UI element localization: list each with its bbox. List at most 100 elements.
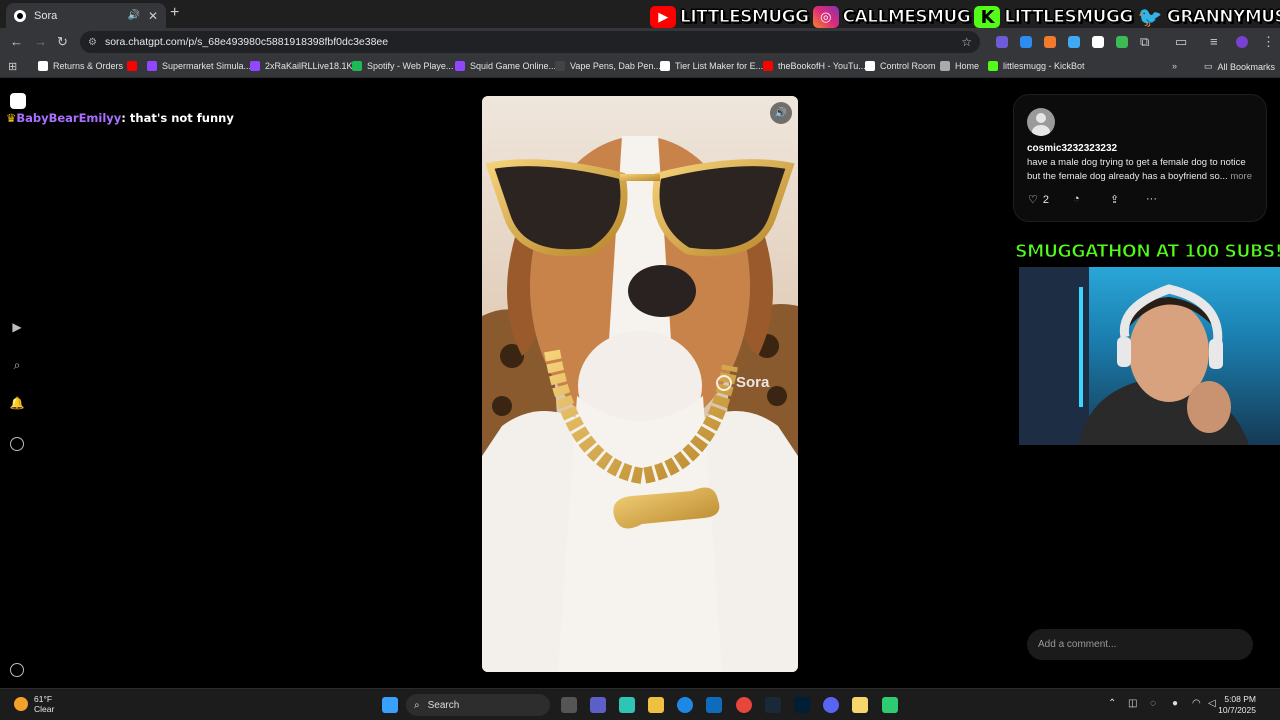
- extension-icon[interactable]: [1092, 36, 1104, 48]
- bookmark-label: Home: [955, 61, 980, 71]
- video-play-icon[interactable]: ▶: [10, 320, 24, 334]
- remix-button[interactable]: ◔: [1073, 193, 1080, 205]
- bookmark-item[interactable]: Control Room: [865, 61, 936, 71]
- search-icon[interactable]: ⌕: [10, 358, 24, 372]
- post-caption: have a male dog trying to get a female d…: [1027, 156, 1259, 184]
- task-view-icon[interactable]: [561, 697, 577, 713]
- like-button[interactable]: ♡ 2: [1028, 193, 1049, 207]
- bookmark-item[interactable]: [127, 61, 142, 71]
- new-tab-button[interactable]: +: [170, 4, 179, 22]
- app-icon[interactable]: [852, 697, 868, 713]
- youtube-handle: LITTLESMUGG: [680, 7, 810, 28]
- chat-logo-icon: [10, 93, 26, 109]
- file-explorer-icon[interactable]: [648, 697, 664, 713]
- bookmark-label: littlesmugg - KickBot: [1003, 61, 1085, 71]
- copilot-icon[interactable]: [619, 697, 635, 713]
- bell-icon[interactable]: 🔔: [10, 396, 25, 410]
- remix-icon: ◔: [1073, 193, 1080, 205]
- comment-input[interactable]: Add a comment...: [1027, 629, 1253, 660]
- bookmark-label: Tier List Maker for E...: [675, 61, 764, 71]
- bookmark-item[interactable]: littlesmugg - KickBot: [988, 61, 1085, 71]
- caption-text: have a male dog trying to get a female d…: [1027, 157, 1246, 182]
- chat-username: BabyBearEmilyy: [16, 111, 122, 125]
- bookmark-item[interactable]: Tier List Maker for E...: [660, 61, 763, 71]
- speaker-icon[interactable]: 🔊: [127, 10, 139, 21]
- tray-app-icon[interactable]: ◌: [1150, 698, 1156, 709]
- kick-handle: LITTLESMUGG: [1004, 7, 1134, 28]
- heart-icon: ♡: [1028, 194, 1038, 206]
- bookmark-item[interactable]: Supermarket Simula...: [147, 61, 251, 71]
- all-bookmarks-label: All Bookmarks: [1217, 61, 1276, 72]
- post-details-card: cosmic3232323232 have a male dog trying …: [1013, 94, 1267, 222]
- all-bookmarks-link[interactable]: ▭ All Bookmarks: [1204, 61, 1275, 72]
- bookmark-star-icon[interactable]: ☆: [961, 35, 972, 49]
- microphone-icon[interactable]: ●: [1172, 698, 1178, 709]
- volume-icon[interactable]: 🔊: [770, 102, 792, 124]
- bookmark-item[interactable]: Returns & Orders: [38, 61, 123, 71]
- extension-icon[interactable]: [1116, 36, 1128, 48]
- bookmark-label: Returns & Orders: [53, 61, 124, 71]
- chrome-icon[interactable]: [736, 697, 752, 713]
- weather-sun-icon: [14, 697, 28, 711]
- wifi-icon[interactable]: ◠: [1192, 698, 1201, 709]
- instagram-handle: CALLMESMUG: [842, 7, 971, 28]
- share-button[interactable]: ⇪: [1110, 193, 1119, 206]
- volume-tray-icon[interactable]: ◁: [1208, 698, 1216, 709]
- browser-tab[interactable]: Sora 🔊 ✕: [6, 3, 166, 28]
- reload-icon[interactable]: ↻: [57, 34, 68, 50]
- bookmarks-overflow-icon[interactable]: »: [1172, 61, 1177, 71]
- windows-start-icon[interactable]: [382, 697, 398, 713]
- apps-grid-icon[interactable]: ⊞: [8, 60, 17, 73]
- extension-icon[interactable]: [1044, 36, 1056, 48]
- close-tab-icon[interactable]: ✕: [148, 9, 158, 23]
- extension-icon[interactable]: [1020, 36, 1032, 48]
- bookmark-label: Control Room: [880, 61, 936, 71]
- menu-kebab-icon[interactable]: ⋮: [1262, 34, 1275, 50]
- side-panel-icon[interactable]: ▭: [1175, 34, 1187, 50]
- more-actions-button[interactable]: ···: [1146, 193, 1157, 205]
- bookmark-item[interactable]: 2xRaKailRLLive18.1K...: [250, 61, 360, 71]
- bookmark-item[interactable]: Squid Game Online...: [455, 61, 556, 71]
- app-icon[interactable]: [882, 697, 898, 713]
- like-count: 2: [1042, 193, 1049, 206]
- more-options-icon[interactable]: [10, 663, 24, 677]
- weather-widget[interactable]: 61°F Clear: [14, 694, 54, 714]
- video-player[interactable]: 🔊 Sora: [482, 96, 798, 672]
- bookmark-item[interactable]: Vape Pens, Dab Pen...: [555, 61, 661, 71]
- more-link[interactable]: more: [1230, 171, 1252, 182]
- profile-icon[interactable]: [10, 437, 24, 451]
- profile-avatar-icon[interactable]: [1236, 36, 1248, 48]
- windows-taskbar: 61°F Clear ⌕ Search ⌃ ◫ ◌ ● ◠ ◁ 5:08 PM …: [0, 688, 1280, 720]
- steam-icon[interactable]: [765, 697, 781, 713]
- youtube-icon: ▶: [650, 6, 676, 28]
- avatar[interactable]: [1027, 108, 1055, 136]
- taskbar-search[interactable]: ⌕ Search: [406, 694, 550, 716]
- chat-message: ♛BabyBearEmilyy: that's not funny: [6, 111, 234, 125]
- edge-icon[interactable]: [677, 697, 693, 713]
- browser-toolbar: ← → ↻ ⚙ sora.chatgpt.com/p/s_68e493980c5…: [0, 28, 1280, 56]
- bookmark-favicon-icon: [352, 61, 362, 71]
- bookmark-item[interactable]: theBookofH - YouTu...: [763, 61, 866, 71]
- tray-app-icon[interactable]: ◫: [1128, 698, 1137, 709]
- address-bar[interactable]: ⚙ sora.chatgpt.com/p/s_68e493980c5881918…: [80, 31, 980, 53]
- bookmark-item[interactable]: Spotify - Web Playe...: [352, 61, 453, 71]
- bookmark-favicon-icon: [555, 61, 565, 71]
- site-info-icon[interactable]: ⚙: [88, 37, 97, 48]
- bookmark-item[interactable]: Home: [940, 61, 979, 71]
- store-icon[interactable]: [706, 697, 722, 713]
- post-username[interactable]: cosmic3232323232: [1027, 143, 1117, 154]
- discord-icon[interactable]: [823, 697, 839, 713]
- bookmark-favicon-icon: [147, 61, 157, 71]
- taskbar-clock[interactable]: 5:08 PM 10/7/2025: [1218, 694, 1256, 716]
- forward-arrow-icon[interactable]: →: [34, 34, 47, 49]
- back-arrow-icon[interactable]: ←: [10, 34, 23, 49]
- bookmark-favicon-icon: [660, 61, 670, 71]
- photoshop-icon[interactable]: [794, 697, 810, 713]
- teams-icon[interactable]: [590, 697, 606, 713]
- tray-overflow-icon[interactable]: ⌃: [1108, 698, 1116, 709]
- extension-icon[interactable]: [996, 36, 1008, 48]
- extensions-puzzle-icon[interactable]: ⧉: [1140, 34, 1149, 50]
- media-icon[interactable]: ≡: [1210, 34, 1218, 49]
- extension-icon[interactable]: [1068, 36, 1080, 48]
- bookmark-label: 2xRaKailRLLive18.1K...: [265, 61, 361, 71]
